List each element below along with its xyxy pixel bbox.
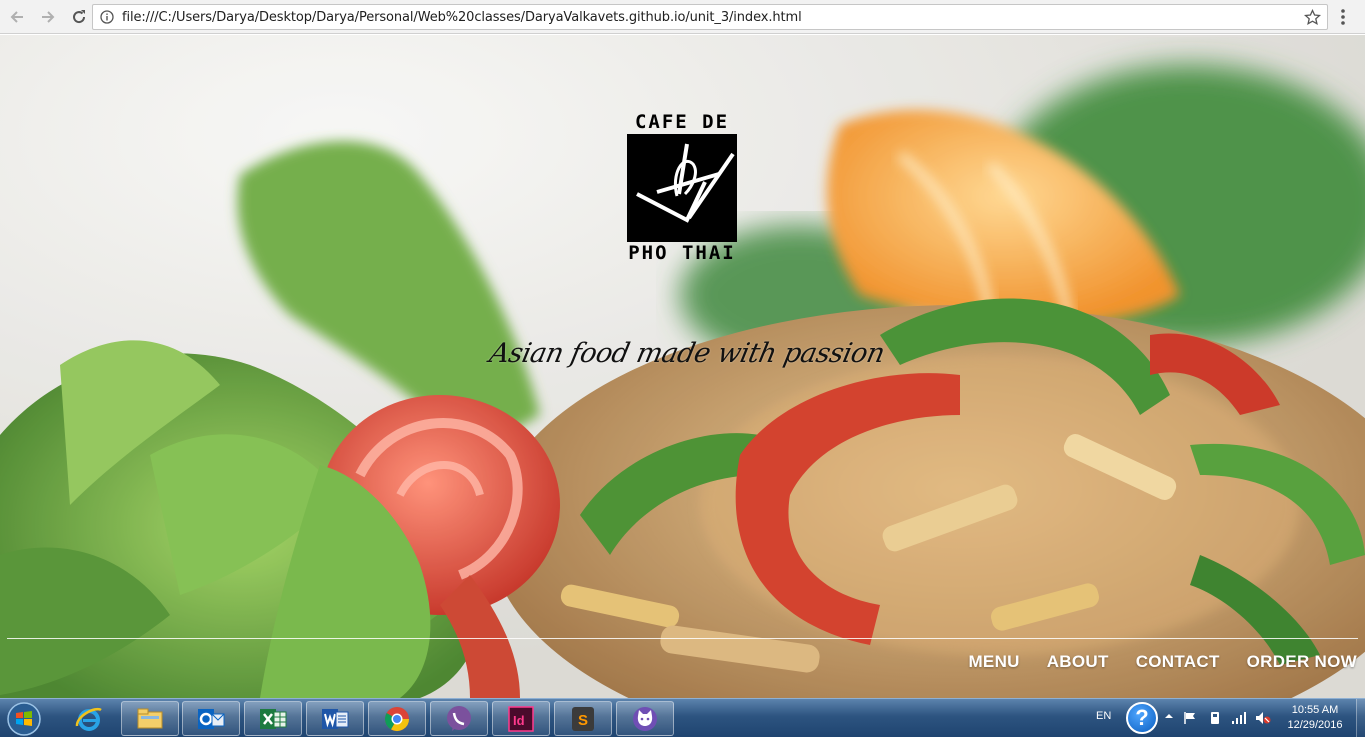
clock-date: 12/29/2016: [1287, 719, 1343, 731]
show-hidden-icons-icon[interactable]: [1164, 711, 1174, 721]
taskbar-excel[interactable]: [244, 701, 302, 736]
taskbar-sublime-text[interactable]: S: [554, 701, 612, 736]
logo-text-bottom: PHO THAI: [628, 242, 736, 264]
forward-button[interactable]: [34, 3, 62, 31]
clock-time: 10:55 AM: [1291, 704, 1339, 716]
reload-icon: [73, 9, 86, 23]
word-icon: [322, 708, 349, 729]
excel-icon: [260, 708, 287, 729]
chrome-icon: [384, 706, 409, 731]
chopsticks-bowl-icon: [627, 134, 737, 242]
network-signal-icon[interactable]: [1231, 711, 1247, 725]
sublime-text-icon: S: [572, 706, 594, 731]
taskbar-chrome[interactable]: [368, 701, 426, 736]
logo-text-top: CAFE DE: [634, 111, 730, 133]
info-icon[interactable]: [100, 10, 114, 24]
windows-logo-icon: [7, 701, 41, 736]
taskbar-indesign[interactable]: Id: [492, 701, 550, 736]
viber-icon: [447, 705, 471, 731]
tagline: Asian food made with passion: [486, 338, 888, 369]
internet-explorer-icon: [75, 707, 102, 731]
back-arrow-icon: [10, 10, 23, 23]
nav-link-contact[interactable]: CONTACT: [1136, 652, 1220, 672]
reload-button[interactable]: [65, 3, 93, 31]
volume-muted-icon[interactable]: [1255, 711, 1271, 725]
taskbar-cat-app[interactable]: [616, 701, 674, 736]
nav-link-about[interactable]: ABOUT: [1047, 652, 1109, 672]
taskbar-file-explorer[interactable]: [121, 701, 179, 736]
outlook-icon: [198, 708, 225, 729]
show-desktop-button[interactable]: [1356, 699, 1365, 737]
hero-section: CAFE DE PHO THAI Asian food made with pa…: [0, 35, 1365, 698]
nav-divider: [7, 638, 1358, 639]
indesign-icon: Id: [508, 705, 534, 732]
url-text[interactable]: file:///C:/Users/Darya/Desktop/Darya/Per…: [122, 10, 802, 25]
forward-arrow-icon: [42, 10, 55, 23]
action-center-flag-icon[interactable]: [1183, 711, 1197, 725]
language-indicator[interactable]: EN: [1096, 710, 1111, 722]
back-button[interactable]: [3, 3, 31, 31]
browser-toolbar: file:///C:/Users/Darya/Desktop/Darya/Per…: [0, 0, 1365, 34]
help-icon[interactable]: ?: [1126, 702, 1158, 734]
taskbar-viber[interactable]: [430, 701, 488, 736]
file-explorer-icon: [137, 708, 163, 728]
main-nav: MENU ABOUT CONTACT ORDER NOW: [968, 652, 1357, 672]
address-bar[interactable]: file:///C:/Users/Darya/Desktop/Darya/Per…: [92, 4, 1328, 30]
nav-link-menu[interactable]: MENU: [968, 652, 1019, 672]
svg-text:S: S: [578, 712, 588, 729]
taskbar-internet-explorer[interactable]: [60, 701, 118, 736]
svg-text:Id: Id: [513, 713, 525, 728]
star-icon[interactable]: [1304, 9, 1321, 26]
system-clock[interactable]: 10:55 AM 12/29/2016: [1280, 703, 1350, 733]
start-button[interactable]: [4, 701, 44, 736]
cat-app-icon: [633, 706, 657, 731]
taskbar-outlook[interactable]: [182, 701, 240, 736]
taskbar-word[interactable]: [306, 701, 364, 736]
taskbar: Id S EN ? 10:55 AM 12/29/2016: [0, 698, 1365, 737]
nav-link-order-now[interactable]: ORDER NOW: [1247, 652, 1357, 672]
site-logo[interactable]: CAFE DE PHO THAI: [624, 111, 740, 264]
removable-device-icon[interactable]: [1208, 711, 1222, 725]
menu-dots-icon[interactable]: [1340, 8, 1346, 26]
